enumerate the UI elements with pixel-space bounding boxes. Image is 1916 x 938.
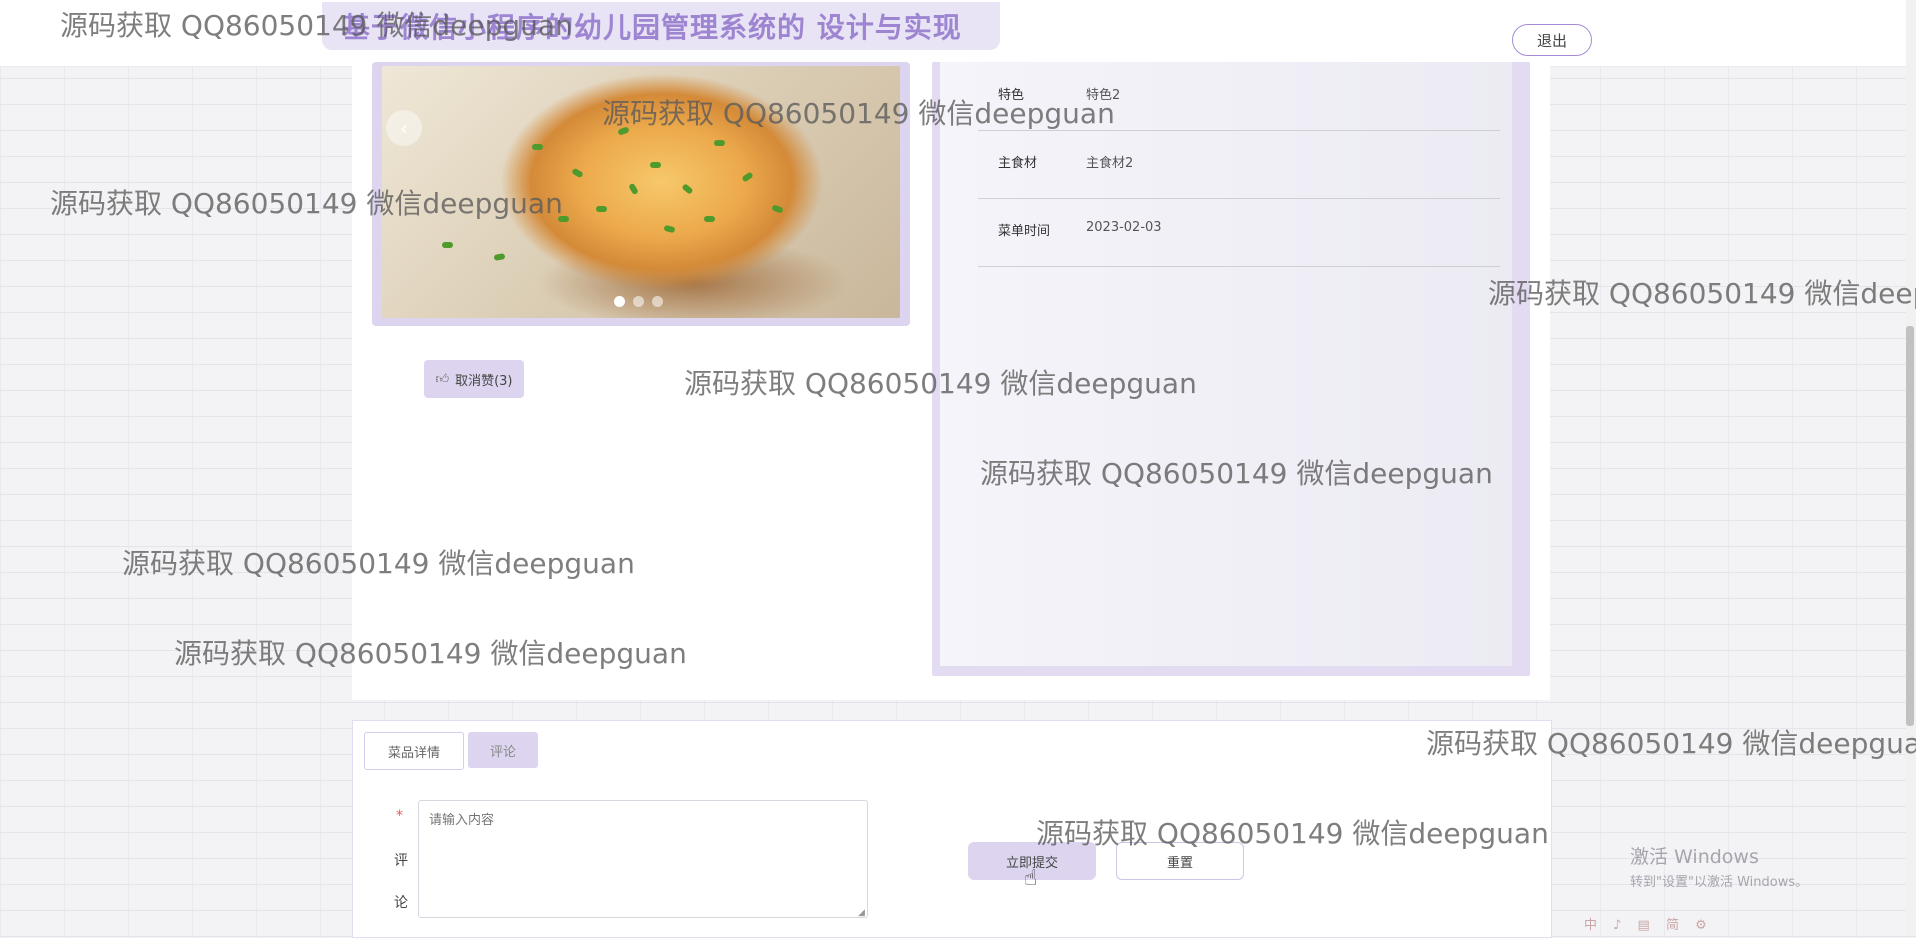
required-mark: * (396, 808, 403, 824)
system-tray: 中 ♪ ▤ 简 ⚙ (1584, 918, 1713, 933)
page-scrollbar[interactable] (1906, 0, 1916, 936)
info-row-main-ingredient: 主食材 主食材2 (978, 130, 1500, 199)
info-row-menu-date: 菜单时间 2023-02-03 (978, 198, 1500, 267)
carousel-prev-button[interactable]: ‹ (386, 110, 422, 146)
hand-cursor-icon: ☝︎ (1024, 866, 1038, 891)
chevron-left-icon: ‹ (400, 116, 408, 140)
info-label: 主食材 (998, 156, 1038, 171)
resize-grip-icon[interactable]: ◢ (858, 908, 865, 918)
thumbs-up-icon: 👍︎ (435, 371, 450, 387)
unlike-button[interactable]: 👍︎ 取消赞(3) (424, 360, 524, 398)
carousel-indicators (614, 296, 663, 307)
comment-input[interactable] (418, 800, 868, 918)
info-panel: 特色 特色2 主食材 主食材2 菜单时间 2023-02-03 (932, 62, 1530, 676)
info-label: 菜单时间 (998, 224, 1051, 239)
windows-activation-notice: 激活 Windows 转到"设置"以激活 Windows。 (1630, 842, 1808, 890)
tab-dish-details[interactable]: 菜品详情 (364, 732, 464, 770)
top-bar: 基于微信小程序的幼儿园管理系统的 设计与实现 退出 (0, 0, 1906, 67)
info-panel-body: 特色 特色2 主食材 主食材2 菜单时间 2023-02-03 (940, 62, 1512, 666)
activation-title: 激活 Windows (1630, 846, 1759, 868)
comment-label-line2: 论 (394, 895, 408, 911)
scrollbar-thumb[interactable] (1906, 326, 1914, 726)
logout-button[interactable]: 退出 (1512, 24, 1592, 56)
comment-label-line1: 评 (394, 853, 408, 869)
carousel-dot[interactable] (652, 296, 663, 307)
info-row-feature: 特色 特色2 (978, 62, 1500, 131)
info-value: 主食材2 (1086, 156, 1134, 171)
tab-comments[interactable]: 评论 (468, 732, 538, 768)
unlike-button-label: 取消赞(3) (455, 373, 513, 389)
info-label: 特色 (998, 88, 1025, 103)
dish-photo (382, 66, 900, 318)
carousel-dot[interactable] (614, 296, 625, 307)
info-value: 2023-02-03 (1086, 220, 1162, 235)
watermark: 源码获取 QQ86050149 微信deepguan (1488, 277, 1916, 310)
reset-button[interactable]: 重置 (1116, 842, 1244, 880)
activation-subtitle: 转到"设置"以激活 Windows。 (1630, 875, 1809, 890)
site-title: 基于微信小程序的幼儿园管理系统的 设计与实现 (322, 2, 1000, 50)
carousel-dot[interactable] (633, 296, 644, 307)
info-value: 特色2 (1086, 88, 1121, 103)
image-carousel (372, 62, 910, 326)
